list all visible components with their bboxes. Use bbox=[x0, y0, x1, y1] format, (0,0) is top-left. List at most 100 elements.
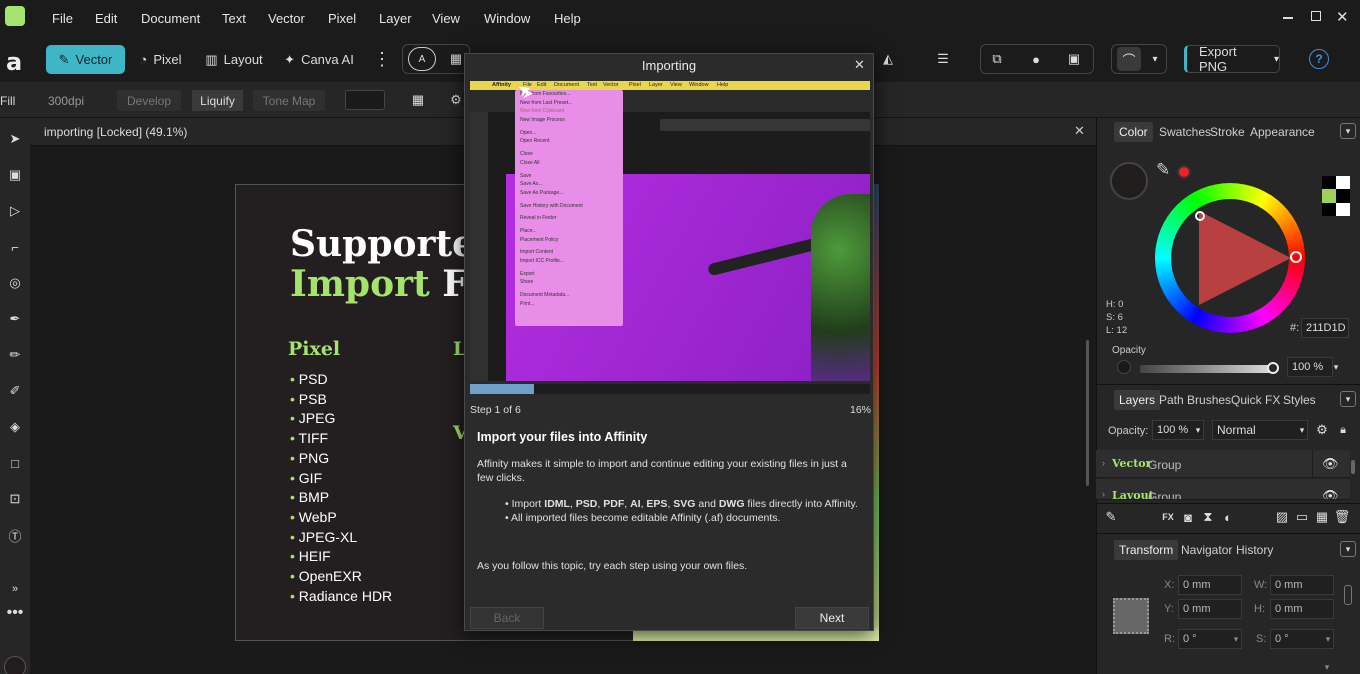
fill-label[interactable]: Fill bbox=[0, 94, 15, 108]
adjustment-icon[interactable]: ⧗ bbox=[1200, 508, 1216, 526]
tab-history[interactable]: History bbox=[1236, 543, 1273, 557]
text-frame-icon[interactable]: A bbox=[408, 47, 436, 71]
layers-scrollbar[interactable] bbox=[1351, 460, 1355, 474]
rectangle-tool-icon[interactable]: □ bbox=[4, 452, 26, 474]
dpi-label[interactable]: 300dpi bbox=[48, 94, 84, 108]
tab-path-brushes[interactable]: Path Brushes bbox=[1159, 393, 1231, 407]
view-tool-icon[interactable]: ◎ bbox=[4, 272, 26, 294]
opacity-slider-handle[interactable] bbox=[1267, 362, 1279, 374]
persona-layout-button[interactable]: ▥ Layout bbox=[203, 45, 265, 74]
opacity-input[interactable]: 100 % bbox=[1287, 357, 1333, 377]
layer-row[interactable]: › Vector Group 👁︎ bbox=[1096, 450, 1350, 478]
align-icon[interactable]: ☰ bbox=[932, 47, 954, 71]
opacity-slider[interactable] bbox=[1140, 365, 1274, 373]
menu-vector[interactable]: Vector bbox=[268, 11, 305, 26]
node-tool-icon[interactable]: ▷ bbox=[4, 200, 26, 222]
liquify-button[interactable]: Liquify bbox=[192, 90, 243, 111]
color-triangle[interactable] bbox=[1199, 211, 1291, 305]
back-button[interactable]: Back bbox=[470, 607, 544, 629]
link-aspect-icon[interactable] bbox=[1344, 585, 1352, 605]
triangle-picker[interactable] bbox=[1195, 211, 1205, 221]
tab-transform[interactable]: Transform bbox=[1114, 540, 1179, 560]
flip-horizontal-icon[interactable]: ◭ bbox=[877, 47, 899, 71]
settings-gear-icon[interactable]: ⚙ bbox=[448, 90, 464, 110]
tab-swatches[interactable]: Swatches bbox=[1159, 125, 1211, 139]
visibility-eye-icon[interactable]: 👁︎ bbox=[1322, 456, 1339, 472]
persona-vector-button[interactable]: ✎ Vector bbox=[46, 45, 125, 74]
brush-tool-icon[interactable]: ✐ bbox=[4, 380, 26, 402]
corner-tool-icon[interactable]: ⌐ bbox=[4, 236, 26, 258]
tab-color[interactable]: Color bbox=[1114, 122, 1153, 142]
export-png-button[interactable]: Export PNG ▾ bbox=[1184, 44, 1280, 74]
more-options-icon[interactable]: ⋮ bbox=[373, 45, 391, 74]
pattern-icon[interactable]: ▦ bbox=[1314, 508, 1330, 526]
persona-canva-ai-button[interactable]: ✦ Canva AI bbox=[283, 45, 355, 74]
snapping-icon[interactable]: ⌒ bbox=[1117, 47, 1141, 71]
eyedropper-icon[interactable]: ✎ bbox=[1156, 160, 1170, 180]
anchor-point-selector[interactable] bbox=[1113, 598, 1149, 634]
layer-expand-icon[interactable]: › bbox=[1102, 458, 1105, 468]
help-button[interactable]: ? bbox=[1309, 49, 1329, 69]
mini-swatch-grid[interactable] bbox=[1322, 176, 1350, 216]
add-group-icon[interactable]: ▭ bbox=[1294, 508, 1310, 526]
menu-help[interactable]: Help bbox=[554, 11, 581, 26]
current-color-circle[interactable] bbox=[1110, 162, 1148, 200]
layer-expand-icon[interactable]: › bbox=[1102, 489, 1105, 499]
w-input[interactable]: 0 mm bbox=[1270, 575, 1334, 595]
boolean-icon[interactable]: ⧉ bbox=[986, 47, 1008, 71]
menu-window[interactable]: Window bbox=[484, 11, 530, 26]
menu-file[interactable]: File bbox=[52, 11, 73, 26]
tab-quick-fx[interactable]: Quick FX bbox=[1231, 393, 1280, 407]
dialog-close-icon[interactable]: ✕ bbox=[854, 57, 865, 73]
blend-mode-dropdown-icon[interactable]: ▾ bbox=[1296, 420, 1308, 440]
pencil-tool-icon[interactable]: ✏ bbox=[4, 344, 26, 366]
blend-mode-select[interactable]: Normal bbox=[1212, 420, 1308, 440]
add-pixel-layer-icon[interactable]: ▨ bbox=[1274, 508, 1290, 526]
minimize-icon[interactable] bbox=[1283, 17, 1293, 19]
layers-panel-collapse-icon[interactable]: ▾ bbox=[1340, 391, 1356, 407]
develop-button[interactable]: Develop bbox=[117, 90, 181, 111]
tab-styles[interactable]: Styles bbox=[1283, 393, 1316, 407]
hue-picker[interactable] bbox=[1290, 251, 1302, 263]
shear-dropdown-icon[interactable]: ▾ bbox=[1322, 629, 1334, 649]
layer-row[interactable]: › Layout Group 👁︎ bbox=[1096, 479, 1350, 500]
lock-icon[interactable]: 🔒︎ bbox=[1336, 420, 1350, 440]
color-panel-collapse-icon[interactable]: ▾ bbox=[1340, 123, 1356, 139]
crop-tool-icon[interactable]: ⊡ bbox=[4, 488, 26, 510]
x-input[interactable]: 0 mm bbox=[1178, 575, 1242, 595]
menu-pixel[interactable]: Pixel bbox=[328, 11, 356, 26]
hex-input[interactable]: 211D1D bbox=[1301, 318, 1349, 338]
color-wheel[interactable] bbox=[1155, 183, 1305, 333]
transform-panel-collapse-icon[interactable]: ▾ bbox=[1340, 541, 1356, 557]
mask-icon[interactable]: ◙ bbox=[1180, 508, 1196, 526]
tab-layers[interactable]: Layers bbox=[1114, 390, 1161, 410]
color-swatch[interactable] bbox=[345, 90, 385, 110]
rotation-dropdown-icon[interactable]: ▾ bbox=[1230, 629, 1242, 649]
tab-navigator[interactable]: Navigator bbox=[1181, 543, 1232, 557]
tab-stroke[interactable]: Stroke bbox=[1210, 125, 1245, 139]
menu-layer[interactable]: Layer bbox=[379, 11, 412, 26]
move-tool-icon[interactable]: ➤ bbox=[4, 128, 26, 150]
more-tools-icon[interactable]: ••• bbox=[2, 604, 28, 622]
tone-map-button[interactable]: Tone Map bbox=[253, 90, 325, 111]
close-window-icon[interactable]: ✕ bbox=[1336, 8, 1349, 26]
menu-text[interactable]: Text bbox=[222, 11, 246, 26]
persona-pixel-button[interactable]: ◔ Pixel bbox=[133, 45, 188, 74]
next-button[interactable]: Next bbox=[795, 607, 869, 629]
expand-tools-icon[interactable]: » bbox=[4, 580, 26, 598]
visibility-eye-icon[interactable]: 👁︎ bbox=[1322, 488, 1339, 499]
delete-layer-icon[interactable]: 🗑︎ bbox=[1334, 508, 1351, 526]
artboard-tool-icon[interactable]: ▣ bbox=[4, 164, 26, 186]
tab-appearance[interactable]: Appearance bbox=[1250, 125, 1315, 139]
canvas-scrollbar[interactable] bbox=[1086, 340, 1089, 486]
transform-box-icon[interactable]: ▣ bbox=[1063, 47, 1085, 71]
primary-color-circle[interactable] bbox=[4, 656, 26, 674]
close-document-icon[interactable]: ✕ bbox=[1074, 123, 1085, 139]
fill-tool-icon[interactable]: ◈ bbox=[4, 416, 26, 438]
menu-view[interactable]: View bbox=[432, 11, 460, 26]
menu-edit[interactable]: Edit bbox=[95, 11, 117, 26]
grid-icon[interactable]: ▦ bbox=[446, 47, 466, 71]
menu-document[interactable]: Document bbox=[141, 11, 200, 26]
layer-opacity-dropdown-icon[interactable]: ▾ bbox=[1192, 420, 1204, 440]
restore-icon[interactable] bbox=[1311, 11, 1321, 21]
